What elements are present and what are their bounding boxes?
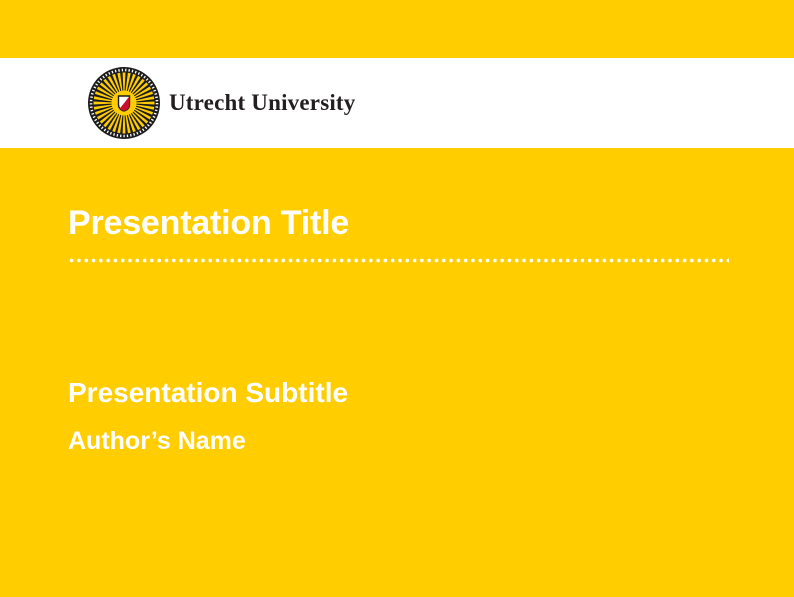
author-name: Author’s Name (68, 429, 246, 454)
presentation-title: Presentation Title (68, 206, 349, 240)
university-logo: Utrecht University (88, 67, 356, 139)
utrecht-university-seal-icon (88, 67, 160, 139)
title-dotted-separator (68, 258, 729, 263)
presentation-subtitle: Presentation Subtitle (68, 379, 348, 407)
university-wordmark: Utrecht University (169, 90, 356, 116)
title-slide: Utrecht University Presentation Title Pr… (0, 0, 794, 597)
top-accent-bar (0, 0, 794, 58)
logo-band: Utrecht University (0, 58, 794, 148)
utrecht-shield-icon (119, 96, 130, 111)
